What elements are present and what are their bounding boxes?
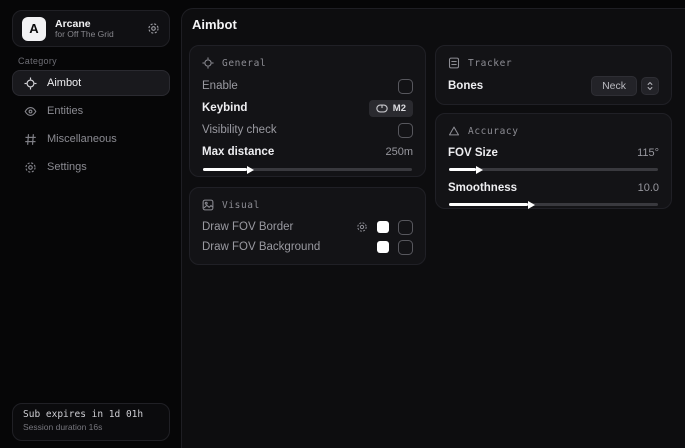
- subscription-card: Sub expires in 1d 01h Session duration 1…: [12, 403, 170, 441]
- app-name: Arcane: [55, 18, 138, 30]
- general-card-header: General: [202, 55, 413, 71]
- slider-thumb[interactable]: [247, 166, 254, 174]
- sidebar: A Arcane for Off The Grid Category Aimbo…: [0, 0, 181, 448]
- accuracy-card-header: Accuracy: [448, 123, 659, 139]
- max-distance-slider[interactable]: [203, 168, 412, 171]
- card-title: Tracker: [468, 58, 512, 69]
- sidebar-item-entities[interactable]: Entities: [12, 98, 170, 124]
- tracker-card-header: Tracker: [448, 55, 659, 71]
- accuracy-card: Accuracy FOV Size 115° Smoothness 10.0: [435, 113, 672, 209]
- fov-border-label: Draw FOV Border: [202, 221, 293, 233]
- crosshair-icon: [202, 57, 214, 69]
- fov-background-controls: [377, 240, 413, 255]
- max-distance-label: Max distance: [202, 146, 274, 158]
- bones-row: Bones Neck: [448, 75, 659, 97]
- crosshair-icon: [24, 77, 37, 90]
- fov-background-row: Draw FOV Background: [202, 237, 413, 257]
- sidebar-item-label: Aimbot: [47, 77, 81, 89]
- app-header-text: Arcane for Off The Grid: [55, 18, 138, 40]
- bones-select[interactable]: Neck: [591, 76, 637, 96]
- eye-icon: [24, 105, 37, 118]
- slider-thumb[interactable]: [476, 166, 483, 174]
- enable-checkbox[interactable]: [398, 79, 413, 94]
- keybind-value: M2: [393, 103, 406, 114]
- fov-border-checkbox[interactable]: [398, 220, 413, 235]
- smoothness-slider[interactable]: [449, 203, 658, 206]
- triangle-icon: [448, 125, 460, 137]
- card-title: General: [222, 58, 266, 69]
- keybind-row: Keybind M2: [202, 97, 413, 119]
- sidebar-item-label: Settings: [47, 161, 87, 173]
- visibility-check-row: Visibility check: [202, 119, 413, 141]
- sidebar-item-miscellaneous[interactable]: Miscellaneous: [12, 126, 170, 152]
- tracker-card: Tracker Bones Neck: [435, 45, 672, 105]
- fov-background-checkbox[interactable]: [398, 240, 413, 255]
- max-distance-row: Max distance 250m: [202, 141, 413, 163]
- session-duration-text: Session duration 16s: [23, 422, 159, 432]
- gear-icon: [24, 161, 37, 174]
- gear-icon[interactable]: [147, 22, 160, 35]
- slider-fill: [449, 203, 528, 206]
- sub-expires-text: Sub expires in 1d 01h: [23, 409, 159, 420]
- fov-border-row: Draw FOV Border: [202, 217, 413, 237]
- keybind-button[interactable]: M2: [369, 100, 413, 117]
- fov-border-controls: [356, 220, 413, 235]
- chevrons-up-down-icon[interactable]: [641, 77, 659, 95]
- bones-control: Neck: [591, 76, 659, 96]
- rows-icon: [448, 57, 460, 69]
- fov-size-row: FOV Size 115°: [448, 143, 659, 163]
- sidebar-item-label: Entities: [47, 105, 83, 117]
- slider-fill: [449, 168, 476, 171]
- main-panel: Aimbot General Enable Keybind M2: [181, 8, 685, 448]
- fov-border-color-swatch[interactable]: [377, 221, 389, 233]
- smoothness-value: 10.0: [638, 182, 659, 194]
- slider-fill: [203, 168, 247, 171]
- category-label: Category: [18, 56, 57, 66]
- sidebar-item-aimbot[interactable]: Aimbot: [12, 70, 170, 96]
- sidebar-nav: Aimbot Entities Miscellaneous: [12, 70, 170, 182]
- gear-icon[interactable]: [356, 221, 368, 233]
- mouse-icon: [376, 104, 388, 113]
- enable-row: Enable: [202, 75, 413, 97]
- card-title: Accuracy: [468, 126, 519, 137]
- sidebar-item-settings[interactable]: Settings: [12, 154, 170, 180]
- enable-label: Enable: [202, 80, 238, 92]
- fov-background-color-swatch[interactable]: [377, 241, 389, 253]
- visibility-check-label: Visibility check: [202, 124, 277, 136]
- keybind-label: Keybind: [202, 102, 247, 114]
- card-title: Visual: [222, 200, 260, 211]
- app-header-card: A Arcane for Off The Grid: [12, 10, 170, 47]
- smoothness-row: Smoothness 10.0: [448, 178, 659, 198]
- fov-background-label: Draw FOV Background: [202, 241, 320, 253]
- visual-card: Visual Draw FOV Border Draw FOV Backgrou…: [189, 187, 426, 265]
- visibility-check-checkbox[interactable]: [398, 123, 413, 138]
- slider-thumb[interactable]: [528, 201, 535, 209]
- visual-card-header: Visual: [202, 197, 413, 213]
- app-subtitle: for Off The Grid: [55, 30, 138, 40]
- page-title: Aimbot: [192, 17, 237, 32]
- general-card: General Enable Keybind M2 Visibility che…: [189, 45, 426, 177]
- hash-icon: [24, 133, 37, 146]
- fov-size-label: FOV Size: [448, 147, 498, 159]
- app-logo-letter: A: [29, 21, 38, 36]
- max-distance-value: 250m: [385, 146, 413, 158]
- bones-label: Bones: [448, 80, 483, 92]
- sidebar-item-label: Miscellaneous: [47, 133, 117, 145]
- fov-size-slider[interactable]: [449, 168, 658, 171]
- smoothness-label: Smoothness: [448, 182, 517, 194]
- app-logo: A: [22, 17, 46, 41]
- image-icon: [202, 199, 214, 211]
- fov-size-value: 115°: [637, 147, 659, 159]
